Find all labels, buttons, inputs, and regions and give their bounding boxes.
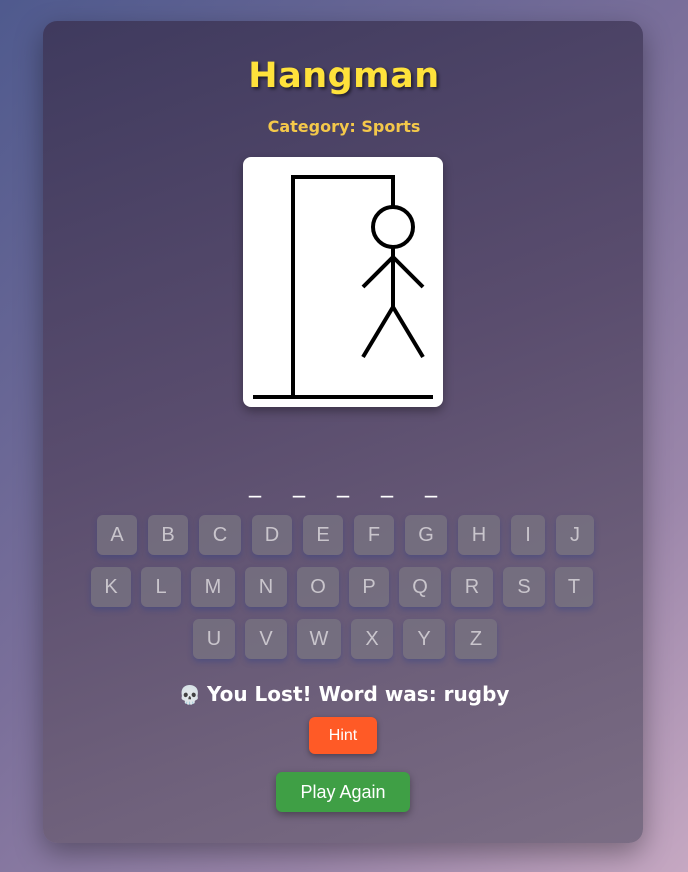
letter-key-c[interactable]: C: [199, 515, 241, 555]
letter-key-s[interactable]: S: [503, 567, 545, 607]
letter-key-h[interactable]: H: [458, 515, 500, 555]
letter-key-d[interactable]: D: [252, 515, 292, 555]
letter-key-f[interactable]: F: [354, 515, 394, 555]
status-text: You Lost! Word was: rugby: [206, 682, 510, 706]
letter-key-q[interactable]: Q: [399, 567, 441, 607]
word-display: _ _ _ _ _: [0, 470, 688, 498]
letter-key-z[interactable]: Z: [455, 619, 497, 659]
letter-slot: _: [249, 470, 263, 498]
letter-key-o[interactable]: O: [297, 567, 339, 607]
letter-key-p[interactable]: P: [349, 567, 389, 607]
hangman-figure: [253, 175, 433, 399]
play-again-button[interactable]: Play Again: [276, 772, 410, 812]
figure-left-leg: [361, 305, 395, 359]
letter-key-r[interactable]: R: [451, 567, 493, 607]
letter-key-a[interactable]: A: [97, 515, 137, 555]
skull-icon: 💀: [178, 685, 201, 706]
figure-head: [371, 205, 415, 249]
figure-right-arm: [391, 255, 425, 289]
letter-slot: _: [425, 470, 439, 498]
letter-key-w[interactable]: W: [297, 619, 341, 659]
letter-key-n[interactable]: N: [245, 567, 287, 607]
letter-key-i[interactable]: I: [511, 515, 545, 555]
letter-key-b[interactable]: B: [148, 515, 188, 555]
letter-key-m[interactable]: M: [191, 567, 235, 607]
category-label: Category: Sports: [267, 117, 421, 136]
letter-key-g[interactable]: G: [405, 515, 447, 555]
letter-key-u[interactable]: U: [193, 619, 235, 659]
figure-left-arm: [361, 255, 395, 289]
game-title: Hangman: [248, 56, 440, 96]
figure-right-leg: [391, 305, 425, 359]
letter-key-l[interactable]: L: [141, 567, 181, 607]
game-status: 💀 You Lost! Word was: rugby: [0, 682, 688, 706]
letter-key-t[interactable]: T: [555, 567, 593, 607]
letter-key-k[interactable]: K: [91, 567, 131, 607]
letter-slot: _: [381, 470, 395, 498]
hangman-drawing: [243, 157, 443, 407]
letter-key-y[interactable]: Y: [403, 619, 445, 659]
letter-key-e[interactable]: E: [303, 515, 343, 555]
letter-slot: _: [293, 470, 307, 498]
letter-slot: _: [337, 470, 351, 498]
letter-key-x[interactable]: X: [351, 619, 393, 659]
letter-key-j[interactable]: J: [556, 515, 594, 555]
letter-key-v[interactable]: V: [245, 619, 287, 659]
hint-button[interactable]: Hint: [309, 717, 377, 754]
